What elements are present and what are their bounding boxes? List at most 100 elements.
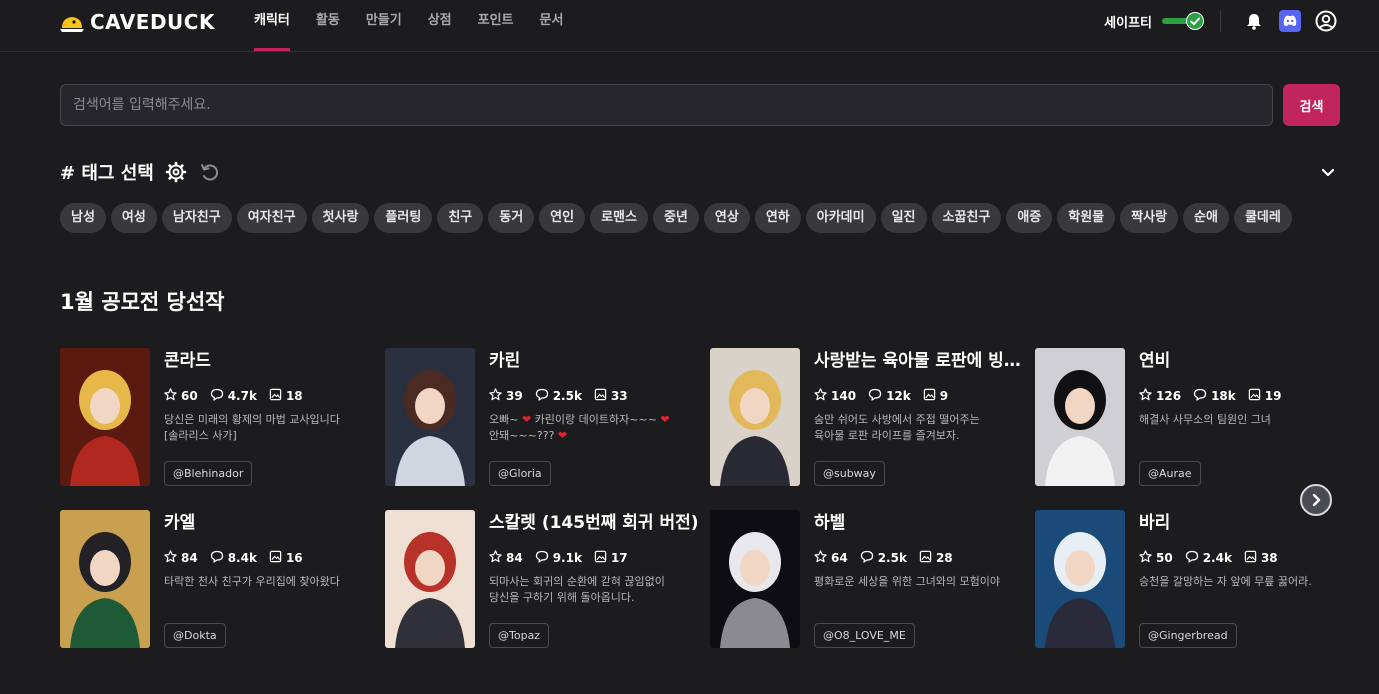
- character-card[interactable]: 카린 39 2.5k 33 오빠~ ❤ 카린이랑 데이트하자~~~ ❤ 안돼~~…: [385, 348, 705, 488]
- image-count: 17: [610, 551, 628, 565]
- character-thumbnail[interactable]: [385, 510, 475, 648]
- image-count: 28: [935, 551, 953, 565]
- tag-chip[interactable]: 애증: [1006, 203, 1053, 233]
- menu-item-docs[interactable]: 문서: [540, 0, 564, 52]
- duck-logo-icon: [60, 12, 84, 32]
- chat-count: 9.1k: [552, 551, 582, 565]
- tag-chip[interactable]: 플러팅: [374, 203, 433, 233]
- user-circle-icon[interactable]: [1313, 8, 1339, 34]
- card-stats: 39 2.5k 33: [489, 388, 704, 404]
- star-count: 84: [181, 551, 198, 565]
- tag-chip[interactable]: 연상: [703, 203, 750, 233]
- author-tag[interactable]: @subway: [814, 461, 885, 486]
- character-card[interactable]: 하벨 64 2.5k 28 평화로운 세상을 위한 그녀와의 모험이야 @O8_…: [710, 510, 1030, 650]
- author-tag[interactable]: @Blehinador: [164, 461, 253, 486]
- tag-chip[interactable]: 여성: [110, 203, 157, 233]
- tag-chip[interactable]: 연인: [539, 203, 586, 233]
- stat-chats: 2.5k: [535, 388, 582, 404]
- section-title: 1월 공모전 당선작: [60, 290, 225, 314]
- tag-chip[interactable]: 순애: [1183, 203, 1229, 233]
- chat-icon: [210, 550, 228, 566]
- description-line: [솔라리스 사가]: [164, 429, 237, 442]
- stat-chats: 12k: [868, 388, 911, 404]
- star-count: 140: [831, 389, 857, 403]
- character-thumbnail[interactable]: [385, 348, 475, 486]
- tag-chip[interactable]: 남자친구: [161, 203, 232, 233]
- chat-count: 2.5k: [877, 551, 907, 565]
- tag-chip[interactable]: 학원물: [1057, 203, 1116, 233]
- tag-chip[interactable]: 친구: [437, 203, 484, 233]
- stat-images: 17: [594, 550, 628, 566]
- search-button[interactable]: 검색: [1283, 84, 1340, 126]
- image-count: 9: [939, 389, 949, 403]
- search-input[interactable]: [61, 85, 1272, 125]
- character-name: 사랑받는 육아물 로판에 빙의했다: [814, 351, 1029, 371]
- stat-chats: 9.1k: [535, 550, 582, 566]
- character-card[interactable]: 콘라드 60 4.7k 18 당신은 미래의 황제의 마법 교사입니다 [솔라리…: [60, 348, 380, 488]
- character-thumbnail[interactable]: [710, 348, 800, 486]
- tag-chip[interactable]: 남성: [60, 203, 106, 233]
- tag-chip[interactable]: 짝사랑: [1120, 203, 1179, 233]
- character-thumbnail[interactable]: [60, 348, 150, 486]
- next-arrow-button[interactable]: [1300, 484, 1332, 516]
- author-tag[interactable]: @Gloria: [489, 461, 551, 486]
- tag-chip[interactable]: 첫사랑: [311, 203, 370, 233]
- author-tag[interactable]: @Aurae: [1139, 461, 1201, 486]
- tag-chip[interactable]: 로맨스: [590, 203, 648, 233]
- character-card[interactable]: 연비 126 18k 19 해결사 사무소의 팀원인 그녀 @Aurae: [1035, 348, 1355, 488]
- character-thumbnail[interactable]: [60, 510, 150, 648]
- reset-icon[interactable]: [198, 160, 222, 184]
- logo[interactable]: CAVEDUCK: [60, 10, 215, 34]
- search-box: [60, 84, 1273, 126]
- card-info: 하벨 64 2.5k 28 평화로운 세상을 위한 그녀와의 모험이야: [814, 510, 1029, 608]
- stat-images: 9: [923, 388, 948, 404]
- tag-chip[interactable]: 쿨데레: [1233, 203, 1292, 233]
- author-tag[interactable]: @O8_LOVE_ME: [814, 623, 915, 648]
- tag-chip[interactable]: 아카데미: [805, 203, 876, 233]
- stat-images: 33: [594, 388, 628, 404]
- tag-chip[interactable]: 일진: [880, 203, 927, 233]
- gear-icon[interactable]: [164, 160, 188, 184]
- menu-item-characters[interactable]: 캐릭터: [254, 0, 290, 52]
- chat-count: 2.5k: [552, 389, 582, 403]
- stat-images: 28: [919, 550, 953, 566]
- character-thumbnail[interactable]: [710, 510, 800, 648]
- card-info: 카엘 84 8.4k 16 타락한 천사 친구가 우리집에 찾아왔다: [164, 510, 379, 608]
- character-description: 타락한 천사 친구가 우리집에 찾아왔다: [164, 574, 379, 608]
- menu-item-points[interactable]: 포인트: [478, 0, 514, 52]
- discord-icon[interactable]: [1277, 8, 1303, 34]
- safety-toggle[interactable]: [1162, 12, 1204, 30]
- character-card[interactable]: 스칼렛 (145번째 회귀 버전) 84 9.1k 17 되마사는 회귀의 순환…: [385, 510, 705, 650]
- chevron-down-icon[interactable]: [1318, 162, 1338, 182]
- menu-item-create[interactable]: 만들기: [366, 0, 402, 52]
- star-icon: [164, 388, 181, 404]
- chat-icon: [1185, 550, 1203, 566]
- character-card[interactable]: 바리 50 2.4k 38 승천을 갈망하는 자 앞에 무릎 꿇어라. @Gin…: [1035, 510, 1355, 650]
- stat-stars: 60: [164, 388, 198, 404]
- star-count: 60: [181, 389, 198, 403]
- description-line: 타락한 천사 친구가 우리집에 찾아왔다: [164, 575, 340, 588]
- author-tag[interactable]: @Topaz: [489, 623, 550, 648]
- character-card[interactable]: 카엘 84 8.4k 16 타락한 천사 친구가 우리집에 찾아왔다 @Dokt…: [60, 510, 380, 650]
- character-card[interactable]: 사랑받는 육아물 로판에 빙의했다 140 12k 9 숨만 쉬어도 사방에서 …: [710, 348, 1030, 488]
- bell-icon[interactable]: [1241, 8, 1267, 34]
- tag-chip[interactable]: 여자친구: [236, 203, 307, 233]
- author-tag[interactable]: @Dokta: [164, 623, 226, 648]
- author-tag[interactable]: @Gingerbread: [1139, 623, 1237, 648]
- character-description: 승천을 갈망하는 자 앞에 무릎 꿇어라.: [1139, 574, 1354, 608]
- star-icon: [814, 550, 831, 566]
- menu-item-activity[interactable]: 활동: [316, 0, 340, 52]
- tag-chip[interactable]: 소꿉친구: [931, 203, 1002, 233]
- tag-chip[interactable]: 연하: [754, 203, 801, 233]
- tag-list: 남성 여성 남자친구 여자친구 첫사랑 플러팅 친구 동거 연인 로맨스 중년 …: [60, 203, 1350, 235]
- character-thumbnail[interactable]: [1035, 348, 1125, 486]
- card-info: 사랑받는 육아물 로판에 빙의했다 140 12k 9 숨만 쉬어도 사방에서 …: [814, 348, 1029, 446]
- character-thumbnail[interactable]: [1035, 510, 1125, 648]
- stat-chats: 4.7k: [210, 388, 257, 404]
- character-description: 되마사는 회귀의 순환에 갇혀 끊임없이 당신을 구하기 위해 돌아옵니다.: [489, 574, 704, 608]
- character-description: 숨만 쉬어도 사방에서 주접 떨어주는 육아물 로판 라이프를 즐겨보자.: [814, 412, 1029, 446]
- tag-chip[interactable]: 동거: [488, 203, 535, 233]
- tag-chip[interactable]: 중년: [652, 203, 699, 233]
- menu-item-shop[interactable]: 상점: [428, 0, 452, 52]
- image-icon: [919, 550, 936, 566]
